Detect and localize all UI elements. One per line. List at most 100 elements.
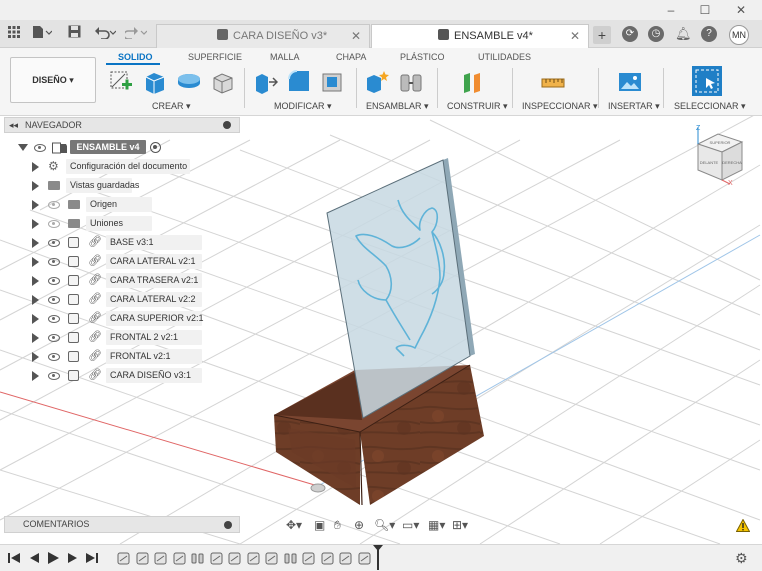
group-insertar[interactable]: INSERTAR ▾ (608, 101, 660, 112)
timeline-marker-head[interactable] (373, 545, 383, 551)
browser-item-row[interactable]: ⚙ Configuración del documento (4, 158, 240, 175)
extrude-icon[interactable] (142, 69, 168, 95)
tab-cara-diseno[interactable]: CARA DISEÑO v3* ✕ (156, 24, 370, 48)
collapse-panel-icon[interactable]: ◂◂ (9, 118, 18, 132)
timeline-component-icon[interactable] (339, 552, 352, 565)
new-component-icon[interactable] (364, 69, 390, 95)
browser-item-row[interactable]: Vistas guardadas (4, 177, 240, 194)
orbit-icon[interactable]: ✥▾ (286, 517, 302, 533)
expand-triangle-icon[interactable] (32, 200, 39, 210)
timeline-component-icon[interactable] (154, 552, 167, 565)
joint-icon[interactable] (398, 69, 424, 95)
offset-plane-icon[interactable] (460, 69, 486, 95)
display-settings-icon[interactable]: ▭▾ (402, 517, 419, 533)
timeline-marker[interactable] (377, 548, 379, 570)
undo-icon[interactable] (93, 25, 117, 43)
viewports-icon[interactable]: ⊞▾ (452, 517, 468, 533)
visibility-eye-icon[interactable] (48, 296, 60, 304)
expand-triangle-icon[interactable] (32, 314, 39, 324)
browser-item-row[interactable]: 🔗︎ CARA LATERAL v2:2 (4, 291, 240, 308)
group-crear[interactable]: CREAR ▾ (152, 101, 191, 112)
look-at-icon[interactable]: ▣ (314, 517, 325, 533)
tab-malla[interactable]: MALLA (270, 52, 300, 62)
close-window-button[interactable]: ✕ (733, 2, 749, 18)
expand-triangle-icon[interactable] (32, 276, 39, 286)
expand-triangle-icon[interactable] (32, 219, 39, 229)
group-ensamblar[interactable]: ENSAMBLAR ▾ (366, 101, 429, 112)
save-icon[interactable] (66, 25, 82, 43)
revolve-icon[interactable] (176, 69, 202, 95)
notifications-bell-icon[interactable]: 🔔︎ (675, 26, 692, 42)
timeline-component-icon[interactable] (247, 552, 260, 565)
timeline-joint-icon[interactable] (191, 552, 204, 565)
browser-item-row[interactable]: 🔗︎ BASE v3:1 (4, 234, 240, 251)
help-icon[interactable]: ? (701, 26, 717, 42)
shell-icon[interactable] (320, 69, 346, 95)
apps-grid-icon[interactable] (6, 25, 22, 43)
zoom-icon[interactable]: ⊕ (354, 517, 364, 533)
group-construir[interactable]: CONSTRUIR ▾ (447, 101, 508, 112)
comments-panel[interactable]: COMENTARIOS (4, 516, 240, 533)
tab-solido[interactable]: SOLIDO (118, 52, 153, 62)
close-tab-icon[interactable]: ✕ (351, 25, 361, 48)
measure-icon[interactable] (540, 69, 566, 95)
hidden-eye-icon[interactable] (48, 201, 60, 209)
expand-triangle-icon[interactable] (32, 295, 39, 305)
insert-image-icon[interactable] (617, 69, 643, 95)
minimize-button[interactable]: – (663, 2, 679, 18)
browser-item-row[interactable]: 🔗︎ CARA LATERAL v2:1 (4, 253, 240, 270)
close-tab-icon[interactable]: ✕ (570, 25, 580, 48)
group-seleccionar[interactable]: SELECCIONAR ▾ (674, 101, 746, 112)
expand-triangle-icon[interactable] (32, 352, 39, 362)
visibility-eye-icon[interactable] (48, 372, 60, 380)
timeline-play-icon[interactable] (46, 551, 60, 565)
timeline-component-icon[interactable] (117, 552, 130, 565)
maximize-button[interactable]: ☐ (697, 2, 713, 18)
timeline-joint-icon[interactable] (284, 552, 297, 565)
browser-root-row[interactable]: ENSAMBLE v4 (4, 139, 240, 156)
timeline-next-icon[interactable] (66, 551, 80, 565)
workspace-switcher-button[interactable]: DISEÑO ▾ (10, 57, 96, 103)
collapse-triangle-icon[interactable] (18, 144, 28, 151)
tab-utilidades[interactable]: UTILIDADES (478, 52, 531, 62)
group-inspeccionar[interactable]: INSPECCIONAR ▾ (522, 101, 598, 112)
expand-triangle-icon[interactable] (32, 238, 39, 248)
new-tab-button[interactable]: + (593, 26, 611, 44)
visibility-eye-icon[interactable] (48, 334, 60, 342)
timeline-end-icon[interactable] (85, 551, 99, 565)
timeline-component-icon[interactable] (302, 552, 315, 565)
timeline-component-icon[interactable] (265, 552, 278, 565)
visibility-eye-icon[interactable] (48, 258, 60, 266)
browser-header[interactable]: ◂◂ NAVEGADOR (4, 117, 240, 133)
job-status-icon[interactable]: ◷ (648, 26, 664, 42)
hidden-eye-icon[interactable] (48, 220, 60, 228)
pan-hand-icon[interactable]: ✋︎ (334, 517, 341, 533)
browser-item-row[interactable]: Origen (4, 196, 240, 213)
grid-settings-icon[interactable]: ▦▾ (428, 517, 445, 533)
select-icon[interactable] (692, 66, 722, 96)
add-comment-icon[interactable] (224, 521, 232, 529)
visibility-eye-icon[interactable] (48, 239, 60, 247)
timeline-component-icon[interactable] (136, 552, 149, 565)
browser-item-row[interactable]: 🔗︎ FRONTAL v2:1 (4, 348, 240, 365)
timeline-previous-icon[interactable] (27, 551, 41, 565)
timeline-component-icon[interactable] (358, 552, 371, 565)
expand-triangle-icon[interactable] (32, 333, 39, 343)
fit-icon[interactable]: 🔍︎▾ (374, 517, 395, 533)
box-icon[interactable] (210, 69, 236, 95)
warning-icon[interactable] (736, 519, 750, 532)
expand-triangle-icon[interactable] (32, 162, 39, 172)
activate-radio-icon[interactable] (150, 142, 161, 153)
visibility-eye-icon[interactable] (48, 277, 60, 285)
tab-ensamble[interactable]: ENSAMBLE v4* ✕ (371, 24, 589, 48)
visibility-eye-icon[interactable] (48, 353, 60, 361)
redo-icon[interactable] (123, 25, 148, 43)
fillet-icon[interactable] (286, 69, 312, 95)
file-menu-icon[interactable] (31, 25, 53, 43)
timeline-component-icon[interactable] (210, 552, 223, 565)
browser-item-row[interactable]: 🔗︎ CARA DISEÑO v3:1 (4, 367, 240, 384)
browser-item-row[interactable]: 🔗︎ CARA SUPERIOR v2:1 (4, 310, 240, 327)
tab-chapa[interactable]: CHAPA (336, 52, 366, 62)
browser-item-row[interactable]: 🔗︎ FRONTAL 2 v2:1 (4, 329, 240, 346)
user-avatar[interactable]: MN (729, 25, 749, 45)
